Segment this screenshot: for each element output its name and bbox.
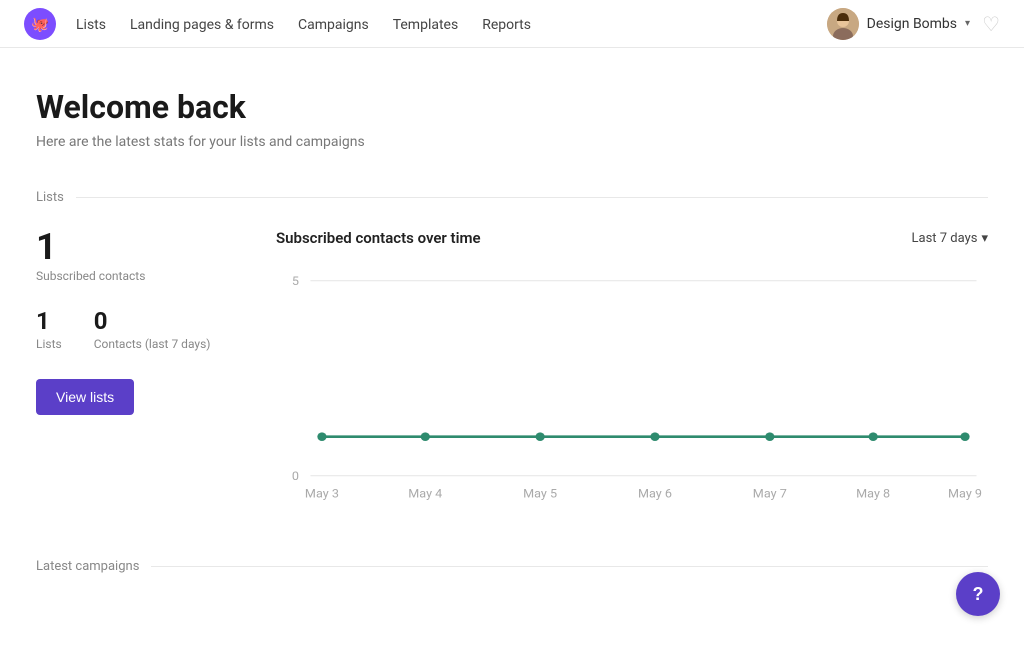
help-button[interactable]: ? [956, 572, 1000, 616]
nav-item-templates[interactable]: Templates [393, 14, 459, 33]
latest-campaigns-label: Latest campaigns [36, 559, 139, 574]
contacts-count-item: 0 Contacts (last 7 days) [94, 307, 211, 351]
svg-text:May 8: May 8 [856, 487, 890, 501]
chart-title: Subscribed contacts over time [276, 229, 481, 247]
lists-section: 1 Subscribed contacts 1 Lists 0 Contacts… [36, 229, 988, 519]
welcome-title: Welcome back [36, 88, 988, 126]
section-divider [76, 197, 988, 198]
nav-item-campaigns[interactable]: Campaigns [298, 14, 369, 33]
welcome-subtitle: Here are the latest stats for your lists… [36, 134, 988, 150]
subscribed-label: Subscribed contacts [36, 269, 236, 283]
app-logo[interactable]: 🐙 [24, 8, 56, 40]
user-name: Design Bombs [867, 16, 957, 32]
contacts-count: 0 [94, 307, 211, 335]
chart-area: 5 0 [276, 259, 988, 519]
svg-text:May 9: May 9 [948, 487, 982, 501]
avatar [827, 8, 859, 40]
nav-item-reports[interactable]: Reports [482, 14, 531, 33]
view-lists-button[interactable]: View lists [36, 379, 134, 415]
svg-text:May 7: May 7 [753, 487, 787, 501]
svg-text:May 5: May 5 [523, 487, 557, 501]
lists-section-header: Lists [36, 190, 988, 205]
main-content: Welcome back Here are the latest stats f… [12, 48, 1012, 658]
svg-text:May 4: May 4 [408, 487, 442, 501]
nav-item-lists[interactable]: Lists [76, 14, 106, 33]
chart-svg: 5 0 [276, 259, 988, 519]
chevron-down-icon: ▾ [965, 18, 970, 29]
svg-text:5: 5 [292, 274, 299, 288]
svg-text:May 6: May 6 [638, 487, 672, 501]
latest-campaigns-section-header: Latest campaigns [36, 559, 988, 574]
lists-count: 1 [36, 307, 62, 335]
chart-header: Subscribed contacts over time Last 7 day… [276, 229, 988, 247]
chart-range-selector[interactable]: Last 7 days ▾ [912, 231, 989, 246]
svg-text:0: 0 [292, 469, 299, 483]
subscribed-count: 1 [36, 229, 236, 265]
nav-right: Design Bombs ▾ ♡ [827, 8, 1000, 40]
nav-links: Lists Landing pages & forms Campaigns Te… [76, 14, 827, 33]
lists-count-item: 1 Lists [36, 307, 62, 351]
nav-item-landing-pages[interactable]: Landing pages & forms [130, 14, 274, 33]
heart-icon[interactable]: ♡ [982, 12, 1000, 36]
user-menu[interactable]: Design Bombs ▾ [827, 8, 970, 40]
svg-text:🐙: 🐙 [31, 15, 49, 32]
lists-label: Lists [36, 337, 62, 351]
contacts-label: Contacts (last 7 days) [94, 337, 211, 351]
stat-row: 1 Lists 0 Contacts (last 7 days) [36, 307, 236, 351]
top-navigation: 🐙 Lists Landing pages & forms Campaigns … [0, 0, 1024, 48]
section-divider-campaigns [151, 566, 988, 567]
section-label: Lists [36, 190, 64, 205]
chevron-down-icon: ▾ [981, 231, 988, 246]
chart-container: Subscribed contacts over time Last 7 day… [276, 229, 988, 519]
svg-text:May 3: May 3 [305, 487, 339, 501]
lists-stats: 1 Subscribed contacts 1 Lists 0 Contacts… [36, 229, 236, 415]
